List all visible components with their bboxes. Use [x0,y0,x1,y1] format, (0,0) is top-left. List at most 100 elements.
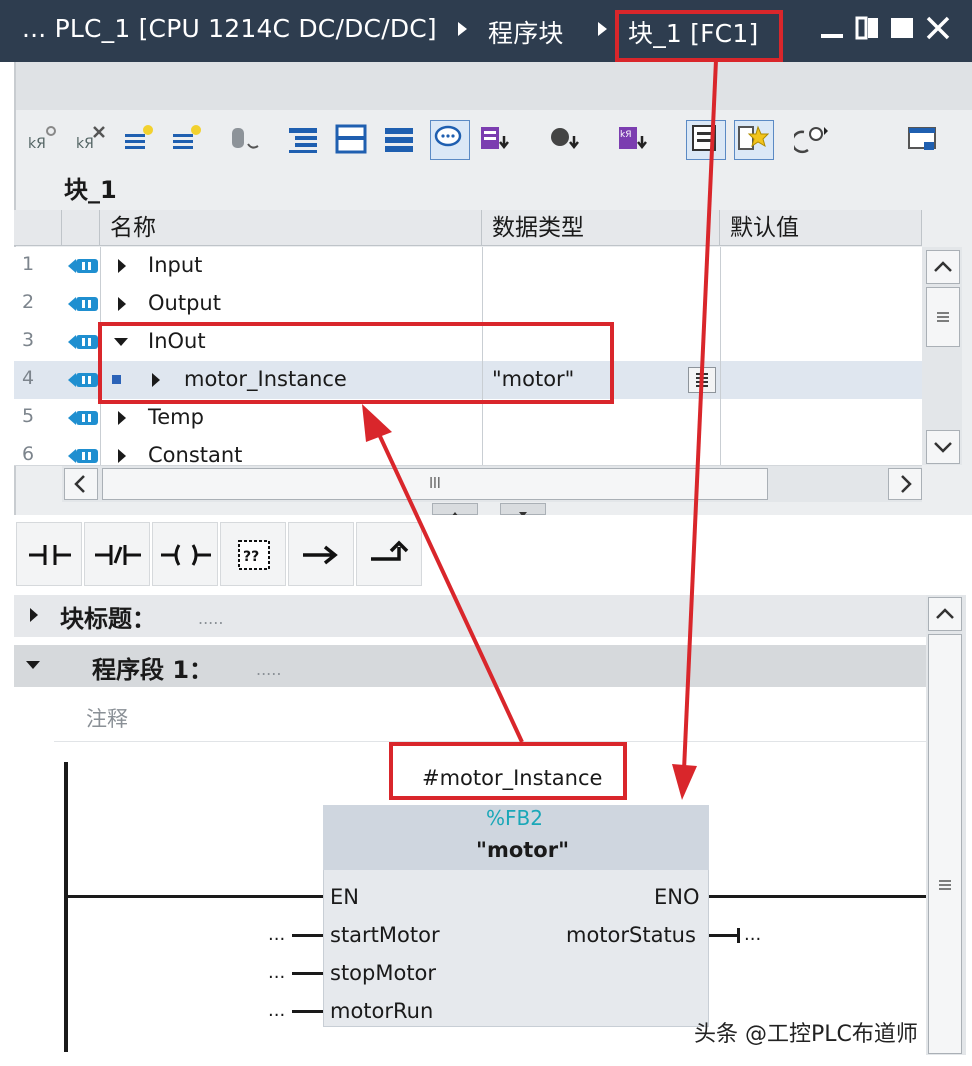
scroll-left-icon[interactable] [64,468,98,500]
scroll-down-icon[interactable] [926,430,960,464]
favorites-icon[interactable] [734,120,774,160]
pin-motor-status: motorStatus [566,923,696,947]
breadcrumb-device[interactable]: ... PLC_1 [CPU 1214C DC/DC/DC] [22,14,437,43]
motor-run-operand[interactable]: ... [268,1000,285,1021]
open-branch-icon[interactable] [288,522,354,586]
row-name: Temp [148,405,204,429]
column-header-name[interactable]: 名称 [100,210,482,246]
output-wire-end [737,928,740,943]
open-all-networks-icon[interactable] [334,122,368,156]
interface-section-icon [68,297,98,311]
column-header-datatype[interactable]: 数据类型 [482,210,720,246]
svg-text:kЯ: kЯ [28,136,46,152]
interface-section-icon [68,335,98,349]
annotation-box-instance [389,742,627,800]
svg-text:kЯ: kЯ [620,130,631,140]
annotation-box-block-title [615,10,783,62]
title-bar: ... PLC_1 [CPU 1214C DC/DC/DC] 程序块 块_1 [… [0,0,972,62]
fb-name[interactable]: "motor" [476,838,569,862]
block-interface-title: 块_1 [64,176,117,204]
pin-stop-motor: stopMotor [330,961,437,985]
block-interface-icon[interactable] [906,122,940,156]
insert-row-icon[interactable] [122,122,156,156]
monitoring-icon[interactable] [791,122,828,156]
close-icon[interactable] [924,14,954,44]
scroll-up-icon[interactable] [928,597,962,631]
column-header-default[interactable]: 默认值 [720,210,922,246]
block-title-value[interactable]: ..... [198,609,223,628]
expand-arrow-icon[interactable] [30,608,38,622]
expand-arrow-icon[interactable] [118,297,126,311]
pin-en: EN [330,885,359,909]
absolute-operands-icon[interactable] [228,122,262,156]
delete-network-icon[interactable]: kЯ [74,122,108,156]
free-comment-icon[interactable] [686,120,726,160]
datatype-picker-icon[interactable] [688,367,716,393]
row-number: 1 [22,253,35,275]
normally-closed-contact-icon[interactable] [84,522,150,586]
interface-row-temp[interactable]: 5 Temp [14,399,922,438]
close-networks-icon[interactable] [382,122,416,156]
network-list-icon[interactable] [286,122,320,156]
row-number: 3 [22,329,35,351]
network-title-value[interactable]: ..... [256,660,281,679]
svg-text:??: ?? [243,549,259,565]
tile-window-icon[interactable] [854,14,884,44]
editor-toolbar: kЯ kЯ kЯ [14,110,972,170]
minimize-icon[interactable] [818,14,848,44]
splitter-up-icon[interactable] [432,503,478,517]
interface-section-icon [68,259,98,273]
insert-network-icon[interactable]: kЯ [26,122,60,156]
interface-row-constant[interactable]: 6 Constant [14,437,922,466]
stop-motor-operand[interactable]: ... [268,962,285,983]
scroll-thumb[interactable] [926,287,960,347]
row-name: Constant [148,443,243,466]
interface-section-icon [68,373,98,387]
expand-arrow-icon[interactable] [118,411,126,425]
input-wire [292,934,323,937]
start-motor-operand[interactable]: ... [268,924,285,945]
network-1-header[interactable]: 程序段 1： ..... [14,645,926,687]
interface-row-output[interactable]: 2 Output [14,285,922,324]
input-wire [292,1010,323,1013]
interface-section-icon [68,411,98,425]
interface-row-input[interactable]: 1 Input [14,247,922,286]
add-row-icon[interactable] [170,122,204,156]
comments-icon[interactable] [430,120,470,160]
close-branch-icon[interactable] [356,522,422,586]
maximize-icon[interactable] [888,14,918,44]
svg-text:kЯ: kЯ [76,136,94,152]
splitter-down-icon[interactable] [500,503,546,517]
network-comment-field[interactable]: 注释 [54,697,926,742]
pin-motor-run: motorRun [330,999,434,1023]
block-title-label: 块标题： [60,605,156,633]
horizontal-scroll-thumb[interactable]: lll [102,468,768,500]
block-title-row[interactable]: 块标题： ..... [14,595,926,637]
row-number: 6 [22,443,35,465]
pin-eno: ENO [654,885,700,909]
empty-box-icon[interactable]: ?? [220,522,286,586]
en-wire [68,895,323,898]
editor-header-bar [14,62,972,110]
row-name: Input [148,253,203,277]
collapse-arrow-icon[interactable] [26,661,40,669]
expand-arrow-icon[interactable] [118,259,126,273]
power-rail [64,762,68,1052]
editor-scroll-thumb[interactable] [928,634,962,1054]
header-row-number [14,210,62,246]
motor-status-operand[interactable]: ... [744,924,761,945]
scroll-right-icon[interactable] [888,468,922,500]
normally-open-contact-icon[interactable] [16,522,82,586]
fb-number: %FB2 [486,806,543,830]
memory-info-icon[interactable]: kЯ [616,122,650,156]
tag-info-icon[interactable] [548,122,582,156]
network-label: 程序段 1： [92,656,214,684]
scroll-up-icon[interactable] [926,250,960,284]
coil-icon[interactable] [152,522,218,586]
comment-placeholder: 注释 [86,707,128,731]
breadcrumb-program-blocks[interactable]: 程序块 [488,14,564,50]
header-icon [62,210,100,246]
symbol-info-icon[interactable] [478,122,512,156]
annotation-box-inout [98,322,614,404]
expand-arrow-icon[interactable] [118,449,126,463]
